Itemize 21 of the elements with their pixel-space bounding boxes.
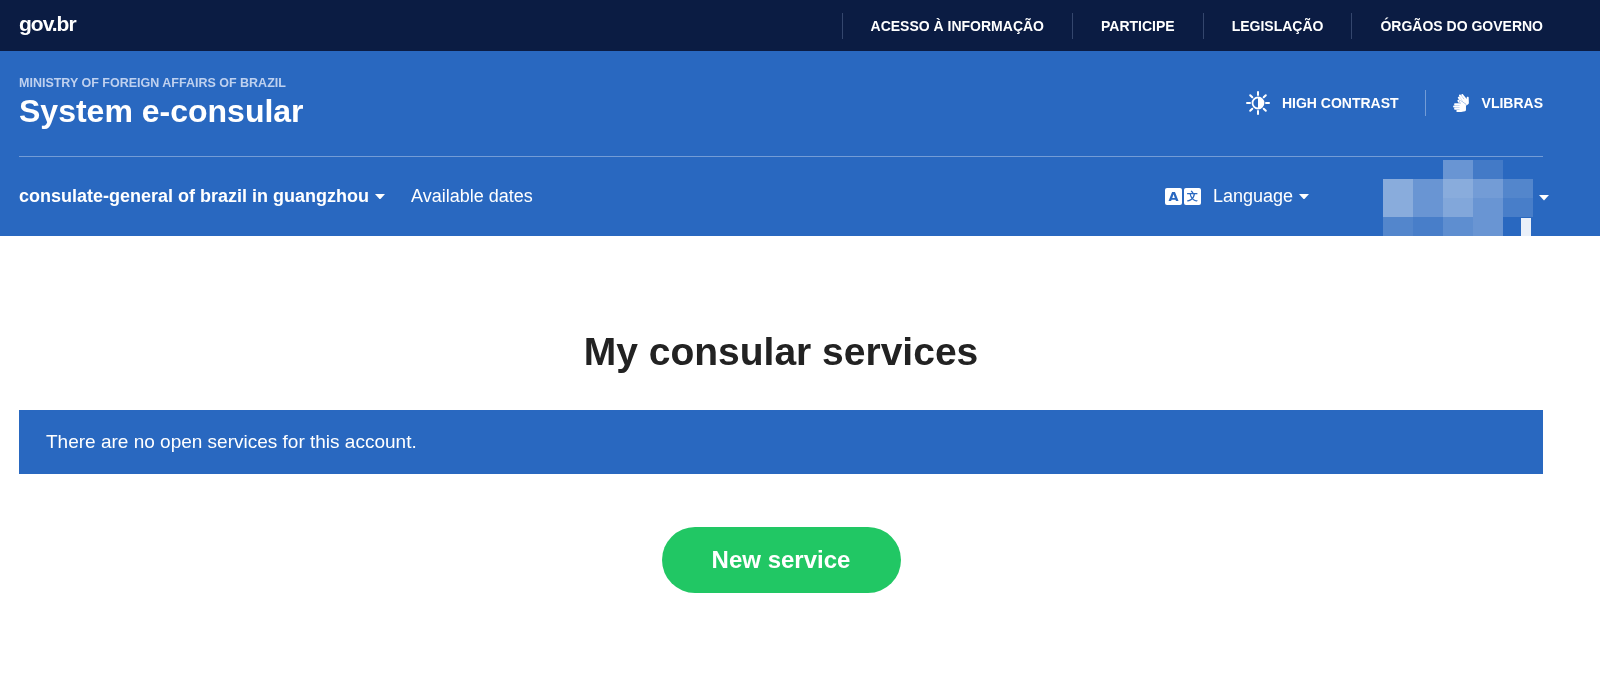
nav-link[interactable]: Available dates bbox=[411, 186, 533, 207]
caret-icon bbox=[1539, 195, 1549, 201]
site-title: System e-consular bbox=[19, 92, 304, 131]
icon-letter-tile: 文 bbox=[1183, 188, 1201, 205]
page-heading: My consular services bbox=[583, 329, 979, 375]
high-contrast-button[interactable]: HIGH CONTRAST bbox=[1245, 91, 1399, 115]
top-nav-link[interactable]: LEGISLAÇÃO bbox=[1203, 17, 1352, 34]
caret-icon bbox=[1299, 193, 1309, 200]
hand-icon bbox=[1451, 94, 1470, 112]
language-dropdown[interactable]: A 文 Language bbox=[1164, 186, 1309, 207]
logo[interactable]: gov.br bbox=[19, 11, 76, 36]
icon-letter-tile: A bbox=[1164, 188, 1182, 205]
top-nav-link[interactable]: ÓRGÃOS DO GOVERNO bbox=[1352, 17, 1543, 34]
ministry-label: MINISTRY OF FOREIGN AFFAIRS OF BRAZIL bbox=[19, 75, 287, 91]
caret-icon bbox=[375, 193, 386, 200]
contrast-icon bbox=[1245, 91, 1270, 115]
alert-message: There are no open services for this account. bbox=[46, 431, 417, 453]
top-nav-link[interactable]: PARTICIPE bbox=[1073, 17, 1203, 34]
sign-language-button[interactable]: VLIBRAS bbox=[1451, 94, 1543, 112]
language-label: Language bbox=[1212, 186, 1293, 207]
top-nav-link[interactable]: ACESSO À INFORMAÇÃO bbox=[842, 17, 1072, 34]
